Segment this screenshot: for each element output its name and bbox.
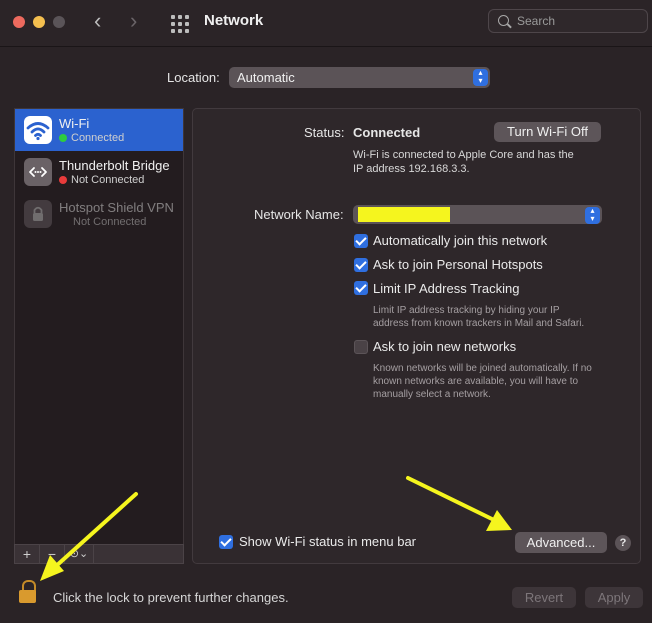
arrow-to-lock-icon — [53, 492, 138, 569]
annotation-arrows — [40, 476, 512, 581]
arrow-head-advanced-icon — [486, 510, 512, 531]
arrow-head-lock-icon — [40, 555, 64, 581]
arrow-to-advanced-icon — [406, 476, 496, 522]
